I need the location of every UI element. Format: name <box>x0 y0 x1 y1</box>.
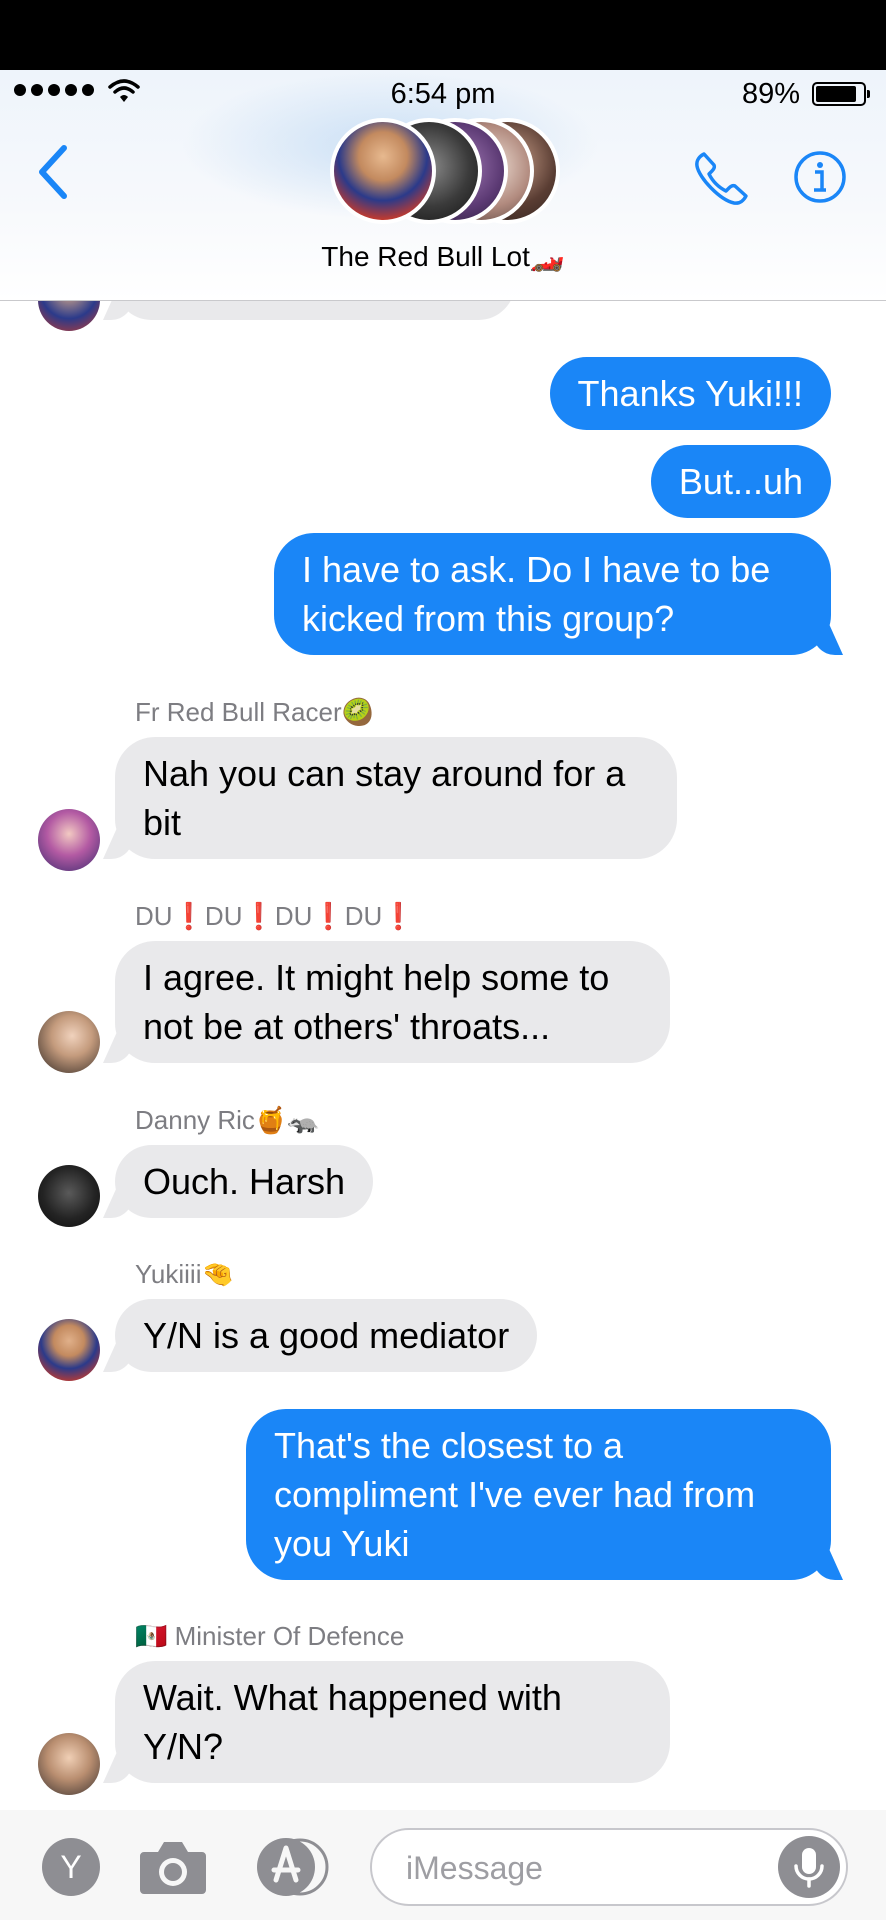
memoji-app-icon[interactable]: Y <box>40 1836 102 1898</box>
message-bubble-outgoing[interactable]: Thanks Yuki!!! <box>549 357 831 430</box>
group-avatar-stack[interactable] <box>330 118 560 224</box>
sender-name: DU❗DU❗DU❗DU❗ <box>135 901 415 931</box>
message-bubble-incoming[interactable]: Y/N is a good mediator <box>115 1299 538 1372</box>
imessage-input[interactable] <box>406 1846 766 1890</box>
imessage-input-field[interactable] <box>370 1828 848 1906</box>
sender-name: Fr Red Bull Racer🥝 <box>135 697 374 727</box>
message-bubble-incoming[interactable]: No one said that Y/N <box>115 301 515 320</box>
message-bubble-incoming[interactable]: Wait. What happened with Y/N? <box>115 1661 670 1783</box>
back-chevron-icon[interactable] <box>34 142 74 202</box>
app-store-icon[interactable] <box>250 1834 336 1900</box>
message-bubble-incoming[interactable]: Nah you can stay around for a bit <box>115 737 677 859</box>
sender-name: Danny Ric🍯🦡 <box>135 1105 320 1135</box>
microphone-icon[interactable] <box>778 1836 840 1898</box>
sender-avatar <box>38 1319 100 1381</box>
sender-avatar <box>38 1165 100 1227</box>
battery-icon <box>812 82 870 106</box>
battery-percent: 89% <box>741 78 800 110</box>
sender-name: Yukiiii🤏 <box>135 1259 234 1289</box>
sender-name: 🇲🇽 Minister Of Defence <box>135 1621 405 1651</box>
message-bubble-outgoing[interactable]: I have to ask. Do I have to be kicked fr… <box>274 533 831 655</box>
message-bubble-outgoing[interactable]: That's the closest to a compliment I've … <box>246 1409 831 1580</box>
conversation-header: 6:54 pm 89% The Red Bull Lot🏎️ <box>0 70 886 301</box>
message-bubble-incoming[interactable]: I agree. It might help some to not be at… <box>115 941 670 1063</box>
camera-icon[interactable] <box>138 1838 208 1896</box>
message-bubble-outgoing[interactable]: But...uh <box>650 445 831 518</box>
memoji-letter: Y <box>60 1849 81 1885</box>
top-black-bar <box>0 0 886 70</box>
phone-icon[interactable] <box>690 148 752 210</box>
sender-avatar <box>38 301 100 331</box>
message-list[interactable]: No one said that Y/N Thanks Yuki!!! But.… <box>0 301 886 1810</box>
sender-avatar <box>38 809 100 871</box>
sender-avatar <box>38 1011 100 1073</box>
group-name[interactable]: The Red Bull Lot🏎️ <box>0 240 886 273</box>
group-avatar-1 <box>330 118 436 224</box>
status-bar: 6:54 pm 89% <box>0 70 886 120</box>
message-bubble-incoming[interactable]: Ouch. Harsh <box>115 1145 374 1218</box>
compose-bar: Y <box>0 1810 886 1920</box>
sender-avatar <box>38 1733 100 1795</box>
info-icon[interactable] <box>793 150 847 204</box>
